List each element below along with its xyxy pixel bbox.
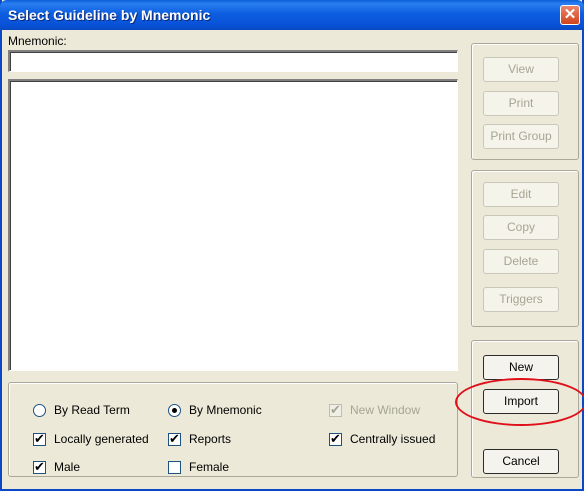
view-button[interactable]: View xyxy=(483,57,559,82)
by-mnemonic-option[interactable]: By Mnemonic xyxy=(168,402,262,418)
by-read-term-option[interactable]: By Read Term xyxy=(33,402,130,418)
locally-generated-option[interactable]: Locally generated xyxy=(33,431,149,447)
male-label: Male xyxy=(54,460,81,474)
mnemonic-label: Mnemonic: xyxy=(8,34,67,48)
centrally-issued-checkbox[interactable] xyxy=(329,431,342,447)
locally-generated-checkbox[interactable] xyxy=(33,431,46,447)
male-option[interactable]: Male xyxy=(33,459,80,475)
reports-option[interactable]: Reports xyxy=(168,431,231,447)
centrally-issued-option[interactable]: Centrally issued xyxy=(329,431,435,447)
close-icon: ✕ xyxy=(563,6,577,23)
triggers-button[interactable]: Triggers xyxy=(483,287,559,312)
print-group-button[interactable]: Print Group xyxy=(483,124,559,149)
reports-checkbox[interactable] xyxy=(168,431,181,447)
print-button[interactable]: Print xyxy=(483,91,559,116)
centrally-issued-label: Centrally issued xyxy=(350,432,436,446)
import-highlight-annotation xyxy=(455,378,584,426)
by-mnemonic-radio[interactable] xyxy=(168,403,181,417)
new-window-option: New Window xyxy=(329,402,420,418)
by-mnemonic-label: By Mnemonic xyxy=(189,403,262,417)
new-window-checkbox xyxy=(329,402,342,418)
guideline-list[interactable] xyxy=(8,79,458,371)
male-checkbox[interactable] xyxy=(33,459,46,475)
by-read-term-label: By Read Term xyxy=(54,403,130,417)
female-checkbox[interactable] xyxy=(168,460,181,474)
copy-button[interactable]: Copy xyxy=(483,215,559,240)
delete-button[interactable]: Delete xyxy=(483,249,559,274)
female-label: Female xyxy=(189,460,230,474)
new-window-label: New Window xyxy=(350,403,421,417)
new-button[interactable]: New xyxy=(483,355,559,380)
title-bar[interactable]: Select Guideline by Mnemonic ✕ xyxy=(0,0,584,30)
reports-label: Reports xyxy=(189,432,232,446)
mnemonic-input[interactable] xyxy=(8,50,458,72)
edit-button[interactable]: Edit xyxy=(483,182,559,207)
window-title: Select Guideline by Mnemonic xyxy=(8,7,211,23)
female-option[interactable]: Female xyxy=(168,459,229,475)
cancel-button[interactable]: Cancel xyxy=(483,449,559,474)
locally-generated-label: Locally generated xyxy=(54,432,149,446)
close-button[interactable]: ✕ xyxy=(560,5,580,25)
by-read-term-radio[interactable] xyxy=(33,403,46,417)
